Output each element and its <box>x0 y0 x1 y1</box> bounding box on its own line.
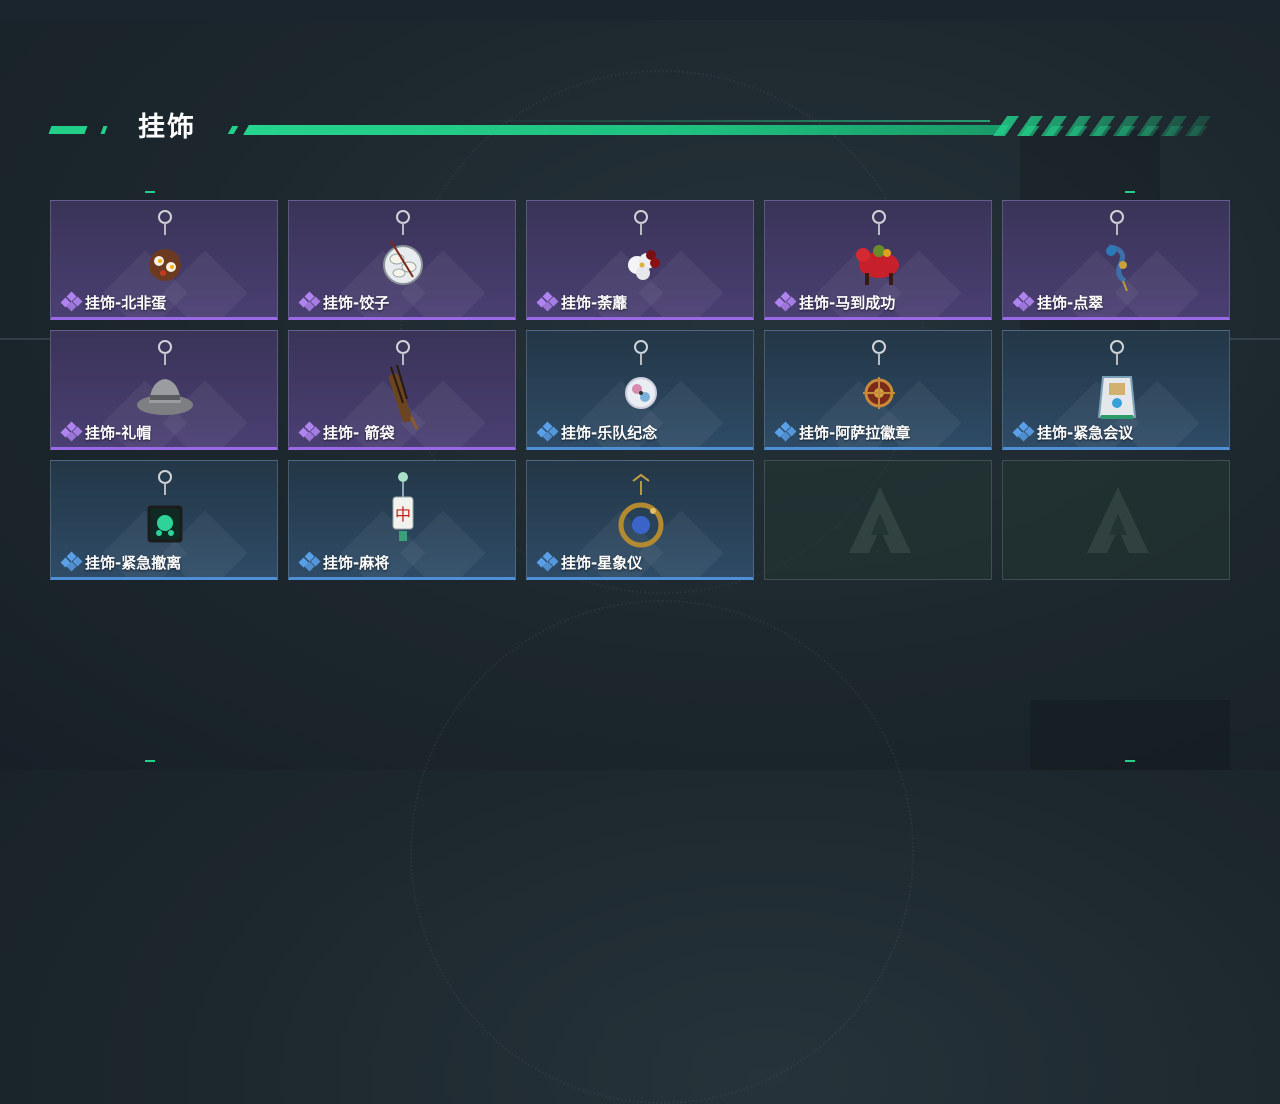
band-badge-charm-icon <box>611 337 671 433</box>
side-rail-left <box>0 338 50 340</box>
mahjong-tile-charm-icon: 中 <box>373 467 433 563</box>
red-horse-charm-icon <box>849 207 909 303</box>
header-accent <box>100 126 108 134</box>
dumpling-plate-charm-icon <box>373 207 433 303</box>
card-label: 挂饰-北非蛋 <box>60 291 167 312</box>
charm-card[interactable]: 挂饰-星象仪 <box>526 460 754 580</box>
header-checker-pattern <box>1008 126 1214 136</box>
header-line <box>243 125 1009 135</box>
rarity-diamond-icon <box>298 421 321 442</box>
rarity-diamond-icon <box>60 421 83 442</box>
charm-card[interactable]: 挂饰-紧急撤离 <box>50 460 278 580</box>
header-line-thin <box>470 120 990 122</box>
rarity-diamond-icon <box>298 551 321 572</box>
rarity-diamond-icon <box>1012 421 1035 442</box>
corner-tick <box>1125 760 1135 762</box>
card-label: 挂饰-点翠 <box>1012 291 1104 312</box>
charm-name: 挂饰-紧急会议 <box>1037 423 1134 442</box>
charm-name: 挂饰-礼帽 <box>85 423 152 442</box>
hairpin-charm-icon <box>1087 207 1147 303</box>
charm-name: 挂饰- 箭袋 <box>323 423 395 442</box>
section-title: 挂饰 <box>138 112 196 143</box>
charm-name: 挂饰-星象仪 <box>561 553 643 572</box>
top-bar <box>0 0 1280 20</box>
flower-charm-icon <box>611 207 671 303</box>
astrolabe-charm-icon <box>611 467 671 563</box>
emergency-evac-charm-icon <box>135 467 195 563</box>
side-rail-right <box>1230 338 1280 340</box>
charm-grid: 挂饰-北非蛋 挂饰-饺子 挂饰-荼蘼 挂饰-马到成功 挂饰-点翠 挂饰-礼帽 挂… <box>50 200 1230 580</box>
rarity-diamond-icon <box>536 551 559 572</box>
card-label: 挂饰-阿萨拉徽章 <box>774 421 911 442</box>
card-label: 挂饰-饺子 <box>298 291 390 312</box>
card-label: 挂饰-乐队纪念 <box>536 421 658 442</box>
rarity-diamond-icon <box>60 291 83 312</box>
charm-card[interactable]: 挂饰- 箭袋 <box>288 330 516 450</box>
rarity-diamond-icon <box>536 291 559 312</box>
charm-card[interactable]: 挂饰-阿萨拉徽章 <box>764 330 992 450</box>
header-accent <box>48 126 88 134</box>
rarity-diamond-icon <box>774 421 797 442</box>
charm-card[interactable]: 挂饰-点翠 <box>1002 200 1230 320</box>
charm-name: 挂饰-阿萨拉徽章 <box>799 423 911 442</box>
charm-card[interactable]: 挂饰-荼蘼 <box>526 200 754 320</box>
charm-card[interactable]: 挂饰-乐队纪念 <box>526 330 754 450</box>
charm-card[interactable]: 挂饰-礼帽 <box>50 330 278 450</box>
rarity-diamond-icon <box>774 291 797 312</box>
charm-card[interactable]: 挂饰-马到成功 <box>764 200 992 320</box>
corner-tick <box>145 191 155 193</box>
charm-name: 挂饰-点翠 <box>1037 293 1104 312</box>
corner-tick <box>1125 191 1135 193</box>
card-label: 挂饰-星象仪 <box>536 551 643 572</box>
card-label: 挂饰-礼帽 <box>60 421 152 442</box>
fedora-hat-charm-icon <box>135 337 195 433</box>
empty-charm-slot[interactable] <box>1002 460 1230 580</box>
charm-name: 挂饰-荼蘼 <box>561 293 628 312</box>
card-label: 挂饰-马到成功 <box>774 291 896 312</box>
charm-card[interactable]: 中 挂饰-麻将 <box>288 460 516 580</box>
emergency-meeting-charm-icon <box>1087 337 1147 433</box>
empty-charm-slot[interactable] <box>764 460 992 580</box>
background-ring <box>410 600 914 1104</box>
rarity-diamond-icon <box>1012 291 1035 312</box>
charm-name: 挂饰-北非蛋 <box>85 293 167 312</box>
charm-name: 挂饰-麻将 <box>323 553 390 572</box>
charm-card[interactable]: 挂饰-饺子 <box>288 200 516 320</box>
header-accent <box>227 126 239 134</box>
quiver-charm-icon <box>373 337 433 433</box>
charm-name: 挂饰-饺子 <box>323 293 390 312</box>
corner-tick <box>145 760 155 762</box>
charm-card[interactable]: 挂饰-北非蛋 <box>50 200 278 320</box>
card-label: 挂饰-荼蘼 <box>536 291 628 312</box>
card-label: 挂饰-紧急会议 <box>1012 421 1134 442</box>
svg-text:中: 中 <box>395 505 411 524</box>
game-logo-icon <box>1083 483 1153 559</box>
card-label: 挂饰-麻将 <box>298 551 390 572</box>
game-logo-icon <box>845 483 915 559</box>
shakshuka-charm-icon <box>135 207 195 303</box>
rarity-diamond-icon <box>298 291 321 312</box>
charm-name: 挂饰-乐队纪念 <box>561 423 658 442</box>
charm-card[interactable]: 挂饰-紧急会议 <box>1002 330 1230 450</box>
asala-emblem-charm-icon <box>849 337 909 433</box>
charm-name: 挂饰-马到成功 <box>799 293 896 312</box>
rarity-diamond-icon <box>60 551 83 572</box>
section-header: 挂饰 <box>48 108 1218 148</box>
charm-name: 挂饰-紧急撤离 <box>85 553 182 572</box>
card-label: 挂饰-紧急撤离 <box>60 551 182 572</box>
card-label: 挂饰- 箭袋 <box>298 421 395 442</box>
rarity-diamond-icon <box>536 421 559 442</box>
